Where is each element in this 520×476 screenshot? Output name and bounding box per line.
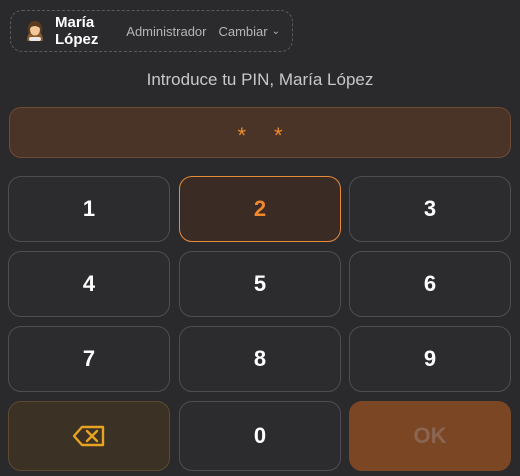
pin-prompt: Introduce tu PIN, María López [146, 70, 374, 89]
key-2[interactable]: 2 [179, 176, 341, 242]
user-name: María López [55, 14, 99, 48]
key-1[interactable]: 1 [8, 176, 170, 242]
pin-display: * * [9, 107, 511, 158]
ok-button[interactable]: OK [349, 401, 511, 471]
switch-user-button[interactable]: Cambiar ⌄ [218, 24, 280, 39]
pin-digit-masked: * [237, 122, 246, 148]
pin-digit-masked: * [274, 122, 283, 148]
key-6[interactable]: 6 [349, 251, 511, 317]
user-role: Administrador [126, 23, 207, 39]
key-8[interactable]: 8 [179, 326, 341, 392]
key-5[interactable]: 5 [179, 251, 341, 317]
user-chip[interactable]: María López Administrador Cambiar ⌄ [10, 10, 293, 52]
chevron-down-icon: ⌄ [271, 25, 280, 37]
backspace-button[interactable] [8, 401, 170, 471]
key-3[interactable]: 3 [349, 176, 511, 242]
woman-avatar-icon [23, 19, 47, 43]
key-7[interactable]: 7 [8, 326, 170, 392]
switch-user-label: Cambiar [218, 23, 268, 39]
key-0[interactable]: 0 [179, 401, 341, 471]
backspace-icon [72, 425, 106, 447]
key-9[interactable]: 9 [349, 326, 511, 392]
key-4[interactable]: 4 [8, 251, 170, 317]
